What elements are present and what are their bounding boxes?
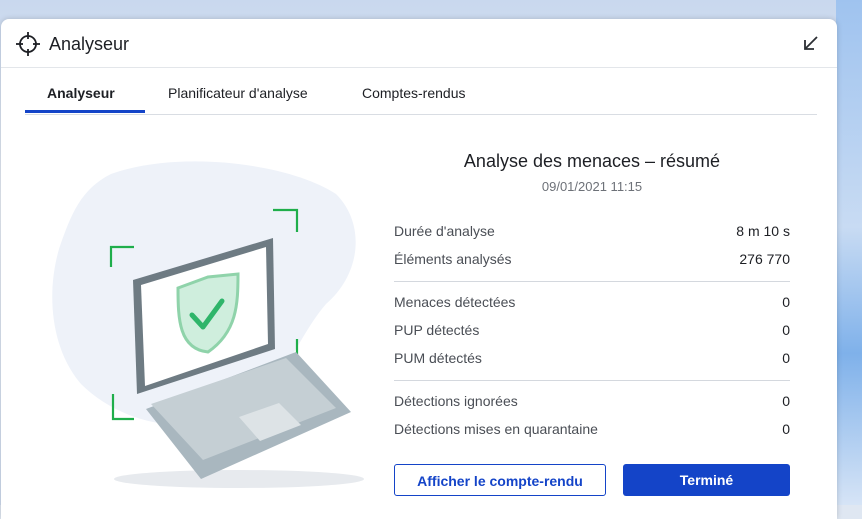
summary-row-quarantined: Détections mises en quarantaine 0 bbox=[394, 421, 790, 443]
tab-bar: Analyseur Planificateur d'analyse Compte… bbox=[25, 79, 817, 115]
summary-row-threats: Menaces détectées 0 bbox=[394, 294, 790, 316]
desktop-background-edge bbox=[836, 0, 862, 505]
row-label: PUP détectés bbox=[394, 322, 480, 338]
done-button[interactable]: Terminé bbox=[623, 464, 790, 496]
row-label: Détections ignorées bbox=[394, 393, 518, 409]
scanner-window: Analyseur Analyseur Planificateur d'anal… bbox=[1, 19, 837, 519]
row-value: 8 m 10 s bbox=[736, 223, 790, 239]
summary-row-items: Éléments analysés 276 770 bbox=[394, 251, 790, 273]
collapse-arrow-icon[interactable] bbox=[799, 31, 823, 55]
row-label: Éléments analysés bbox=[394, 251, 512, 267]
row-value: 0 bbox=[782, 393, 790, 409]
separator bbox=[394, 281, 790, 282]
title-bar: Analyseur bbox=[1, 19, 837, 68]
summary-row-pum: PUM détectés 0 bbox=[394, 350, 790, 372]
summary-row-duration: Durée d'analyse 8 m 10 s bbox=[394, 223, 790, 245]
separator bbox=[394, 380, 790, 381]
row-value: 276 770 bbox=[739, 251, 790, 267]
window-title: Analyseur bbox=[49, 34, 130, 54]
row-label: Menaces détectées bbox=[394, 294, 516, 310]
row-label: Détections mises en quarantaine bbox=[394, 421, 598, 437]
row-value: 0 bbox=[782, 322, 790, 338]
summary-row-pup: PUP détectés 0 bbox=[394, 322, 790, 344]
row-label: Durée d'analyse bbox=[394, 223, 495, 239]
summary-title: Analyse des menaces – résumé bbox=[463, 151, 721, 171]
summary-date: 09/01/2021 11:15 bbox=[541, 179, 643, 194]
view-report-button[interactable]: Afficher le compte-rendu bbox=[394, 464, 606, 496]
summary-row-ignored: Détections ignorées 0 bbox=[394, 393, 790, 415]
crosshair-icon bbox=[16, 32, 40, 56]
row-label: PUM détectés bbox=[394, 350, 482, 366]
tab-comptes-rendus[interactable]: Comptes-rendus bbox=[362, 85, 466, 114]
scan-illustration bbox=[52, 161, 364, 488]
row-value: 0 bbox=[782, 350, 790, 366]
row-value: 0 bbox=[782, 294, 790, 310]
active-tab-indicator bbox=[25, 110, 145, 113]
tab-planificateur[interactable]: Planificateur d'analyse bbox=[168, 85, 308, 114]
row-value: 0 bbox=[782, 421, 790, 437]
